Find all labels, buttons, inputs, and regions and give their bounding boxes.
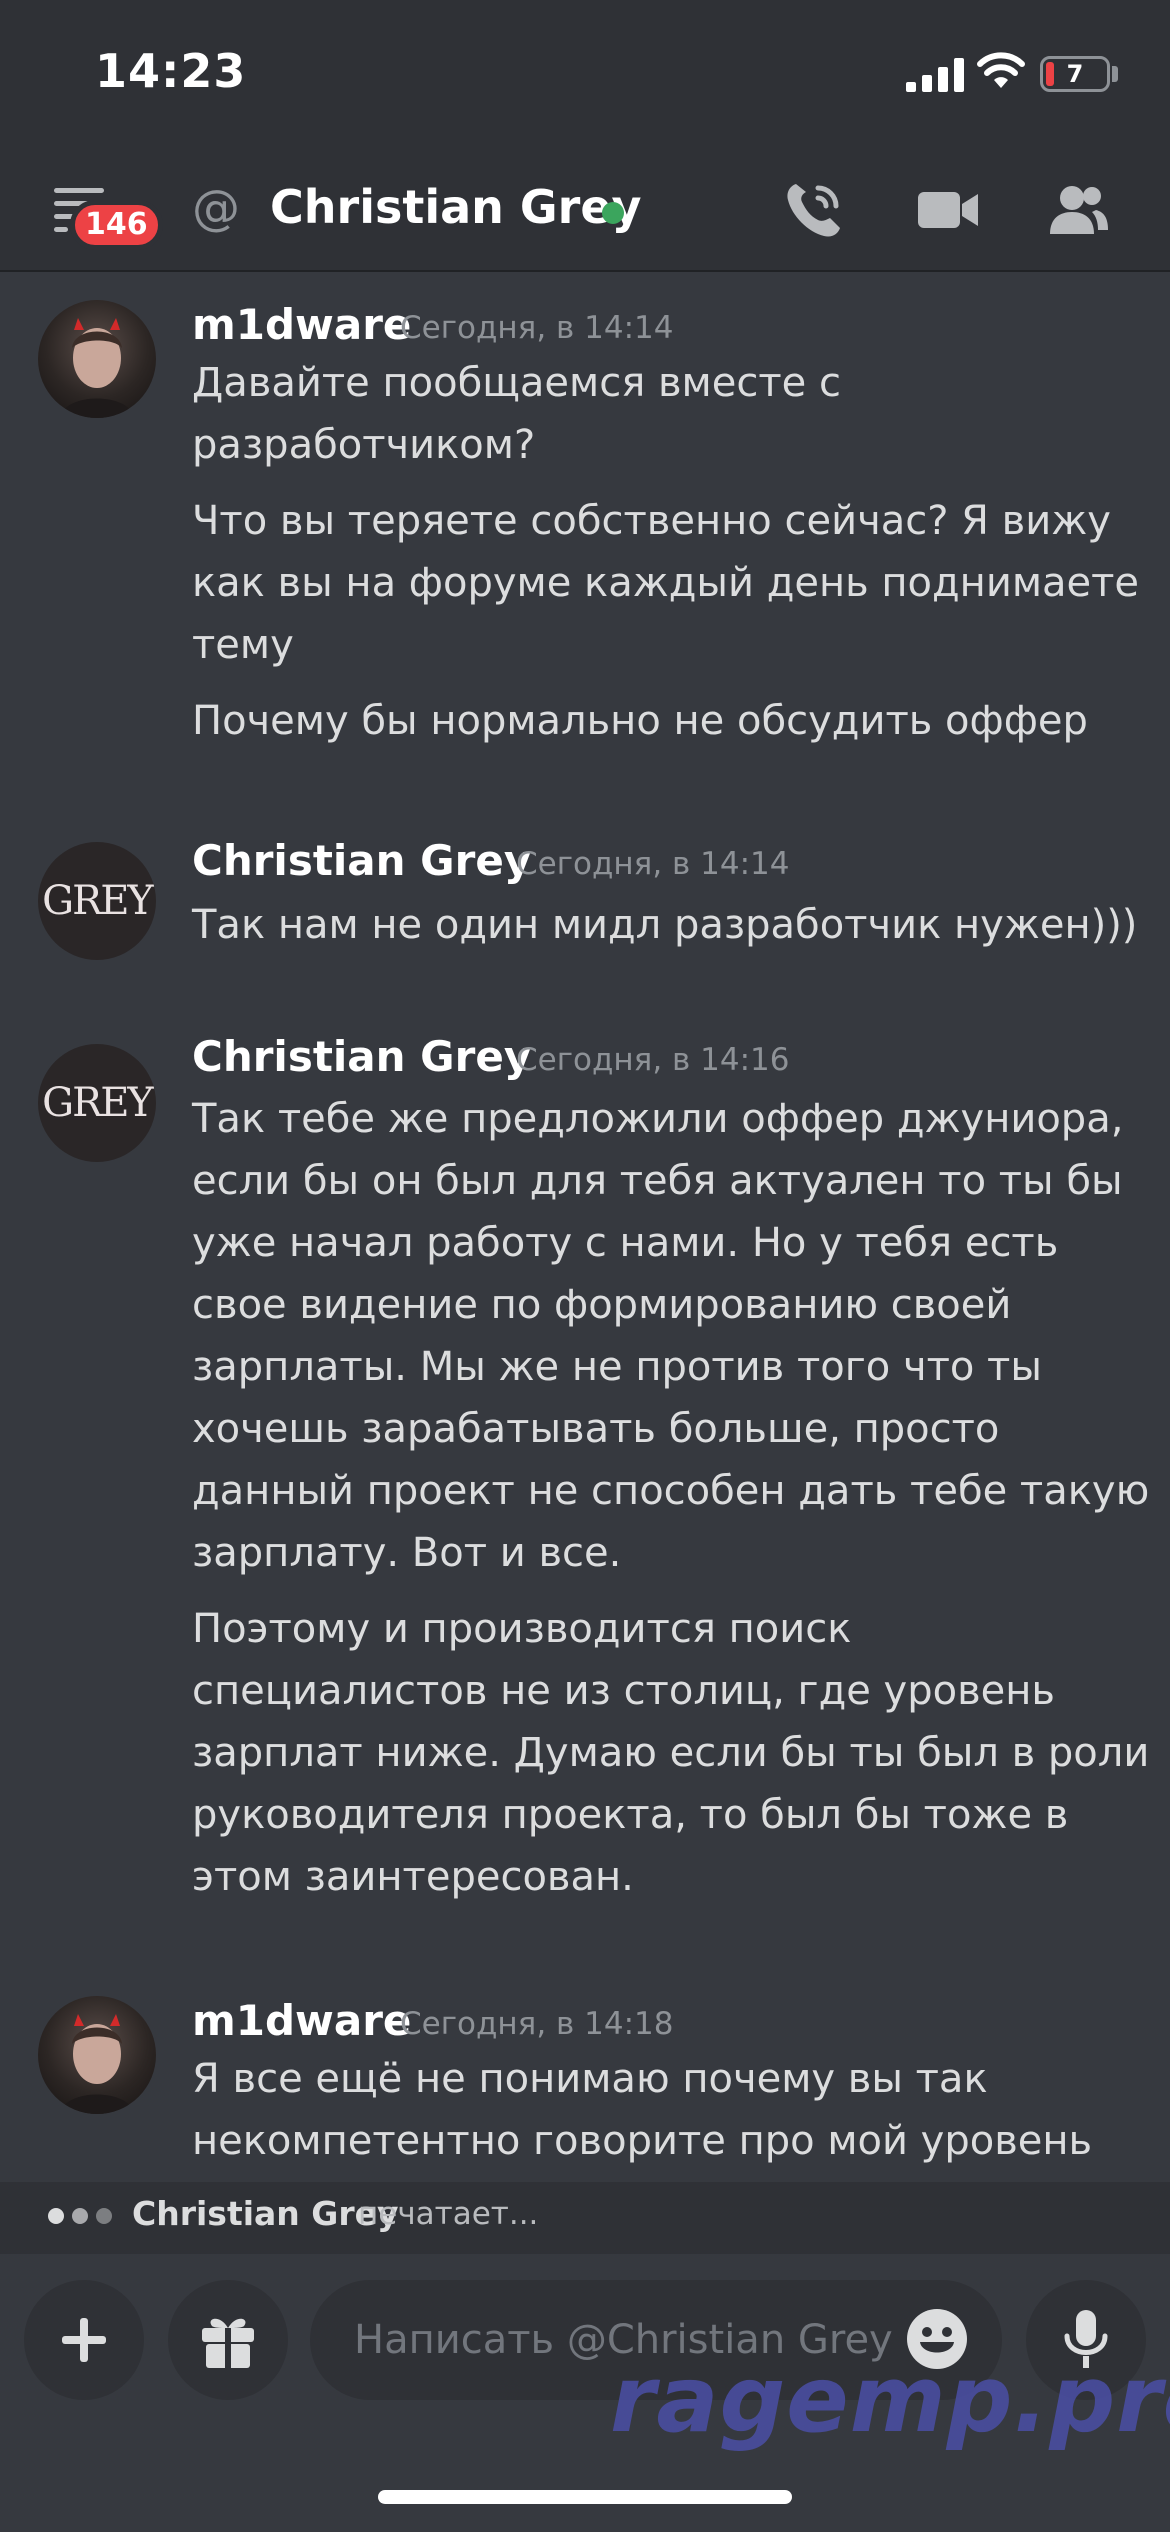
- page-title[interactable]: Christian Grey: [270, 180, 642, 234]
- clock: 14:23: [95, 44, 247, 98]
- message: GREY Christian Grey Сегодня, в 14:14 Так…: [0, 836, 1170, 976]
- message-paragraph: Что вы теряете собственно сейчас? Я вижу…: [192, 498, 1140, 668]
- message-author[interactable]: m1dware: [192, 300, 411, 349]
- avatar[interactable]: GREY: [38, 842, 156, 960]
- message-paragraph: Так нам не один мидл разработчик нужен))…: [192, 902, 1138, 948]
- typing-dots-icon: [48, 2208, 118, 2228]
- message-timestamp: Сегодня, в 14:18: [400, 2006, 674, 2042]
- message-paragraph: Почему бы нормально не обсудить оффер: [192, 698, 1088, 744]
- discord-dm-screen: 14:23 7 146 @ Christian Grey m1dware Сег…: [0, 0, 1170, 2532]
- message: m1dware Сегодня, в 14:14 Давайте пообщае…: [0, 300, 1170, 800]
- battery-percent: 7: [1066, 60, 1084, 88]
- message-timestamp: Сегодня, в 14:16: [516, 1042, 790, 1078]
- message-timestamp: Сегодня, в 14:14: [400, 310, 674, 346]
- message-paragraph: Я все ещё не понимаю почему вы так неком…: [192, 2056, 1093, 2164]
- message-paragraph: Давайте пообщаемся вместе с разработчико…: [192, 360, 841, 468]
- add-attachment-button[interactable]: [24, 2280, 144, 2400]
- message-content: Так тебе же предложили оффер джуниора, е…: [192, 1088, 1152, 1922]
- typing-label: печатает...: [358, 2196, 539, 2232]
- status-bar: 14:23 7: [0, 0, 1170, 150]
- channel-header: 146 @ Christian Grey: [0, 150, 1170, 272]
- phone-call-icon[interactable]: [778, 174, 850, 246]
- grey-logo: GREY: [42, 878, 154, 924]
- message-paragraph: Так тебе же предложили оффер джуниора, е…: [192, 1096, 1150, 1576]
- home-indicator[interactable]: [378, 2490, 792, 2504]
- cellular-signal-icon: [906, 58, 964, 92]
- gift-icon: [202, 2318, 254, 2368]
- at-icon: @: [192, 180, 240, 236]
- message-list[interactable]: m1dware Сегодня, в 14:14 Давайте пообщае…: [0, 274, 1170, 2182]
- video-camera-icon[interactable]: [912, 174, 984, 246]
- watermark: ragemp.pro: [610, 2346, 1170, 2453]
- user-avatar-photo: [60, 318, 134, 418]
- avatar[interactable]: GREY: [38, 1044, 156, 1162]
- message: m1dware Сегодня, в 14:18 Я все ещё не по…: [0, 1996, 1170, 2182]
- plus-icon: [62, 2318, 106, 2362]
- wifi-icon: [977, 52, 1025, 88]
- online-status-indicator: [602, 202, 624, 224]
- grey-logo: GREY: [42, 1080, 154, 1126]
- members-icon[interactable]: [1042, 174, 1114, 246]
- battery-icon: 7: [1040, 56, 1110, 92]
- battery-tip: [1112, 66, 1118, 82]
- message-content: Так нам не один мидл разработчик нужен))…: [192, 894, 1152, 970]
- message-author[interactable]: Christian Grey: [192, 836, 531, 885]
- message-content: Давайте пообщаемся вместе с разработчико…: [192, 352, 1152, 766]
- user-avatar-photo: [60, 2014, 134, 2114]
- message-composer: ragemp.pro: [0, 2254, 1170, 2532]
- typing-indicator: Christian Grey печатает...: [0, 2182, 1170, 2254]
- message-timestamp: Сегодня, в 14:14: [516, 846, 790, 882]
- message-content: Я все ещё не понимаю почему вы так неком…: [192, 2048, 1152, 2182]
- unread-badge: 146: [70, 200, 163, 250]
- avatar[interactable]: [38, 1996, 156, 2114]
- message-author[interactable]: Christian Grey: [192, 1032, 531, 1081]
- gift-button[interactable]: [168, 2280, 288, 2400]
- avatar[interactable]: [38, 300, 156, 418]
- message-paragraph: Поэтому и производится поиск специалисто…: [192, 1606, 1150, 1900]
- message-author[interactable]: m1dware: [192, 1996, 411, 2045]
